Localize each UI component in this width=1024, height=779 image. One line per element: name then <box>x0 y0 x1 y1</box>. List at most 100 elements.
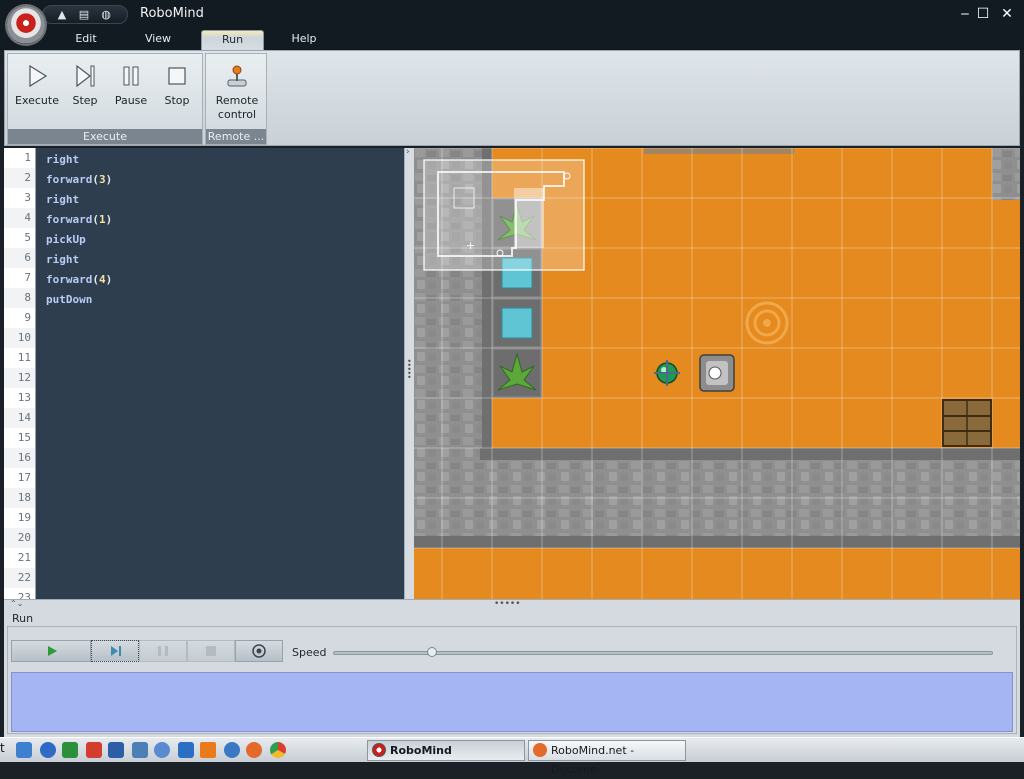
line-number: 19 <box>4 508 35 528</box>
code-keyword: right <box>46 193 80 206</box>
execute-group: Execute Step Pause Stop Execute <box>7 53 203 145</box>
execute-button[interactable]: Execute <box>12 60 62 124</box>
code-line[interactable]: putDown <box>46 290 112 310</box>
remote-control-button[interactable]: Remote control <box>212 60 262 124</box>
panel-toggle-icon[interactable]: ⌃⌄ <box>10 600 23 608</box>
line-number: 7 <box>4 268 35 288</box>
media-icon[interactable] <box>154 742 170 758</box>
stop-button[interactable]: Stop <box>154 60 200 124</box>
play-icon <box>29 64 48 88</box>
code-keyword: pickUp <box>46 233 86 246</box>
line-number: 2 <box>4 168 35 188</box>
code-paren: ( <box>92 173 99 186</box>
code-line[interactable]: forward(4) <box>46 270 112 290</box>
remote-group: Remote control Remote ... <box>205 53 267 145</box>
run-target-button[interactable] <box>235 640 283 662</box>
vertical-splitter[interactable]: › • • • • • <box>404 148 414 599</box>
speed-label: Speed <box>292 646 327 659</box>
close-button[interactable]: ✕ <box>998 5 1016 23</box>
maximize-button[interactable]: ☐ <box>974 5 992 23</box>
excel-icon[interactable] <box>62 742 78 758</box>
task-robomind[interactable]: RoboMind <box>367 740 525 761</box>
execute-group-label: Execute <box>8 129 202 144</box>
word-icon[interactable] <box>108 742 124 758</box>
windows-icon[interactable] <box>178 742 194 758</box>
line-number: 4 <box>4 208 35 228</box>
tab-run[interactable]: Run <box>201 30 264 50</box>
line-number: 6 <box>4 248 35 268</box>
firefox-icon <box>533 743 547 757</box>
run-panel-title: Run <box>12 612 34 625</box>
globe-icon[interactable]: ◍ <box>99 9 113 21</box>
speed-slider-thumb[interactable] <box>427 647 437 657</box>
player-icon[interactable] <box>224 742 240 758</box>
pause-icon <box>123 66 139 86</box>
ribbon: Execute Step Pause Stop Execute Remote co… <box>4 50 1020 146</box>
code-line[interactable]: right <box>46 250 112 270</box>
line-number: 13 <box>4 388 35 408</box>
application-menu-button[interactable] <box>7 6 45 44</box>
robot-icon <box>699 354 735 392</box>
open-icon[interactable]: ▤ <box>77 9 91 21</box>
code-keyword: forward <box>46 173 93 186</box>
code-line[interactable]: right <box>46 190 112 210</box>
crate-icon <box>942 399 992 447</box>
code-line[interactable]: forward(1) <box>46 210 112 230</box>
code-keyword: forward <box>46 273 93 286</box>
quick-access-toolbar: ▲ ▤ ◍ <box>42 5 128 24</box>
remote-group-label: Remote ... <box>206 129 266 144</box>
tab-view[interactable]: View <box>138 30 178 50</box>
code-line[interactable]: pickUp <box>46 230 112 250</box>
line-number: 1 <box>4 148 35 168</box>
horizontal-splitter-grip[interactable]: ••••• <box>494 600 521 609</box>
code-keyword: forward <box>46 213 93 226</box>
code-line[interactable]: right <box>46 150 112 170</box>
taskbar: t RoboMind RoboMind.net - Docume... <box>0 737 1024 776</box>
world-map[interactable]: + <box>414 148 1020 599</box>
run-stop-button[interactable] <box>187 640 235 662</box>
run-play-button[interactable] <box>11 640 91 662</box>
task-firefox[interactable]: RoboMind.net - Docume... <box>528 740 686 776</box>
code-keyword: putDown <box>46 293 93 306</box>
run-step-button[interactable] <box>91 640 139 662</box>
ie-icon[interactable] <box>16 742 32 758</box>
vlc-icon[interactable] <box>200 742 216 758</box>
tab-help[interactable]: Help <box>284 30 324 50</box>
minimize-button[interactable]: ‒ <box>956 5 974 23</box>
step-icon <box>76 64 95 88</box>
code-line[interactable]: forward(3) <box>46 170 112 190</box>
firefox-icon[interactable] <box>40 742 56 758</box>
line-number: 12 <box>4 368 35 388</box>
line-number: 20 <box>4 528 35 548</box>
explorer-icon[interactable] <box>132 742 148 758</box>
code-editor[interactable]: 1 2 3 4 5 6 7 8 9 10 11 12 13 14 15 16 17 18 19 20 21 22 23 ri… <box>4 148 404 599</box>
pause-button[interactable]: Pause <box>108 60 154 124</box>
code-keyword: right <box>46 153 80 166</box>
tab-edit[interactable]: Edit <box>66 30 106 50</box>
minimap[interactable]: + <box>423 159 585 271</box>
collapse-arrow-icon[interactable]: › <box>406 148 410 157</box>
svg-text:+: + <box>466 239 475 252</box>
start-button[interactable]: t <box>0 741 5 755</box>
acrobat-icon[interactable] <box>86 742 102 758</box>
output-console[interactable] <box>11 672 1013 732</box>
line-number-gutter: 1 2 3 4 5 6 7 8 9 10 11 12 13 14 15 16 17 18 19 20 21 22 23 <box>4 148 36 599</box>
step-button[interactable]: Step <box>62 60 108 124</box>
stop-icon <box>206 646 216 656</box>
firefox-icon[interactable] <box>246 742 262 758</box>
run-pause-button[interactable] <box>139 640 187 662</box>
line-number: 16 <box>4 448 35 468</box>
stop-icon <box>168 67 186 85</box>
code-area[interactable]: right forward(3) right forward(1) pickUp righ… <box>46 150 112 310</box>
line-number: 23 <box>4 588 35 599</box>
code-paren: ( <box>92 213 99 226</box>
play-icon <box>48 646 57 656</box>
robomind-icon <box>372 743 386 757</box>
new-icon[interactable]: ▲ <box>55 9 69 21</box>
splitter-grip-icon[interactable]: • • • • • <box>407 358 412 382</box>
chrome-icon[interactable] <box>270 742 286 758</box>
ribbon-tabs: Edit View Run Help <box>0 28 1024 50</box>
code-argument: 3 <box>98 173 106 186</box>
line-number: 9 <box>4 308 35 328</box>
code-paren: ( <box>92 273 99 286</box>
